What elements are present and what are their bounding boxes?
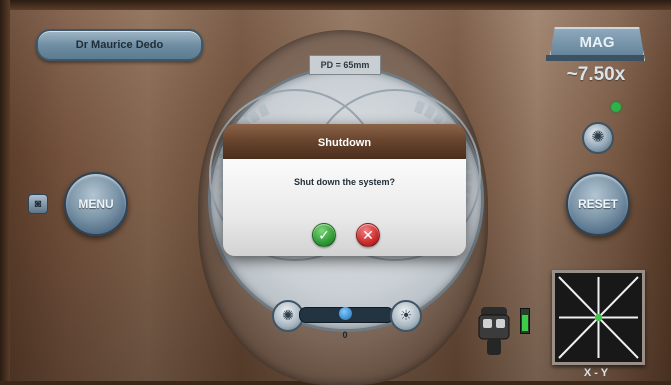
brightness-slider-value: 0 bbox=[342, 330, 348, 340]
ring-segment bbox=[247, 109, 261, 123]
xy-crosshair-icon bbox=[558, 276, 639, 359]
microscope-head-icon bbox=[478, 307, 510, 355]
menu-button[interactable]: MENU bbox=[64, 172, 128, 236]
magnification-value: ~7.50x bbox=[566, 64, 626, 85]
app-screen: Dr Maurice Dedo MAG ~7.50x ✺ ◙ MENU RESE… bbox=[0, 0, 671, 385]
xy-joystick-pad[interactable] bbox=[552, 270, 645, 365]
brightness-slider-knob[interactable] bbox=[339, 307, 352, 320]
left-frame bbox=[0, 0, 10, 385]
pupil-distance-label: PD = 65mm bbox=[309, 55, 381, 75]
ring-segment bbox=[257, 103, 270, 118]
ring-segment bbox=[414, 100, 426, 115]
dialog-message: Shut down the system? bbox=[293, 177, 395, 187]
dialog-body: Shut down the system? ✓ ✕ bbox=[223, 159, 466, 256]
light-settings-icon[interactable]: ✺ bbox=[582, 122, 614, 154]
reset-button[interactable]: RESET bbox=[566, 172, 630, 236]
dialog-title: Shutdown bbox=[223, 124, 466, 159]
level-indicator bbox=[520, 308, 530, 334]
brightness-up-icon[interactable]: ☀ bbox=[390, 300, 422, 332]
cancel-button[interactable]: ✕ bbox=[356, 223, 380, 247]
top-frame bbox=[0, 0, 671, 10]
user-name-button[interactable]: Dr Maurice Dedo bbox=[36, 29, 203, 61]
mag-tab-base bbox=[546, 55, 644, 61]
ring-segment bbox=[423, 105, 436, 119]
shutdown-dialog: Shutdown Shut down the system? ✓ ✕ bbox=[223, 124, 466, 256]
check-icon: ✓ bbox=[318, 227, 330, 243]
status-indicator-dot bbox=[611, 102, 621, 112]
camera-icon[interactable]: ◙ bbox=[28, 194, 48, 214]
confirm-button[interactable]: ✓ bbox=[312, 223, 336, 247]
xy-label: X - Y bbox=[583, 367, 609, 379]
x-icon: ✕ bbox=[362, 227, 374, 243]
